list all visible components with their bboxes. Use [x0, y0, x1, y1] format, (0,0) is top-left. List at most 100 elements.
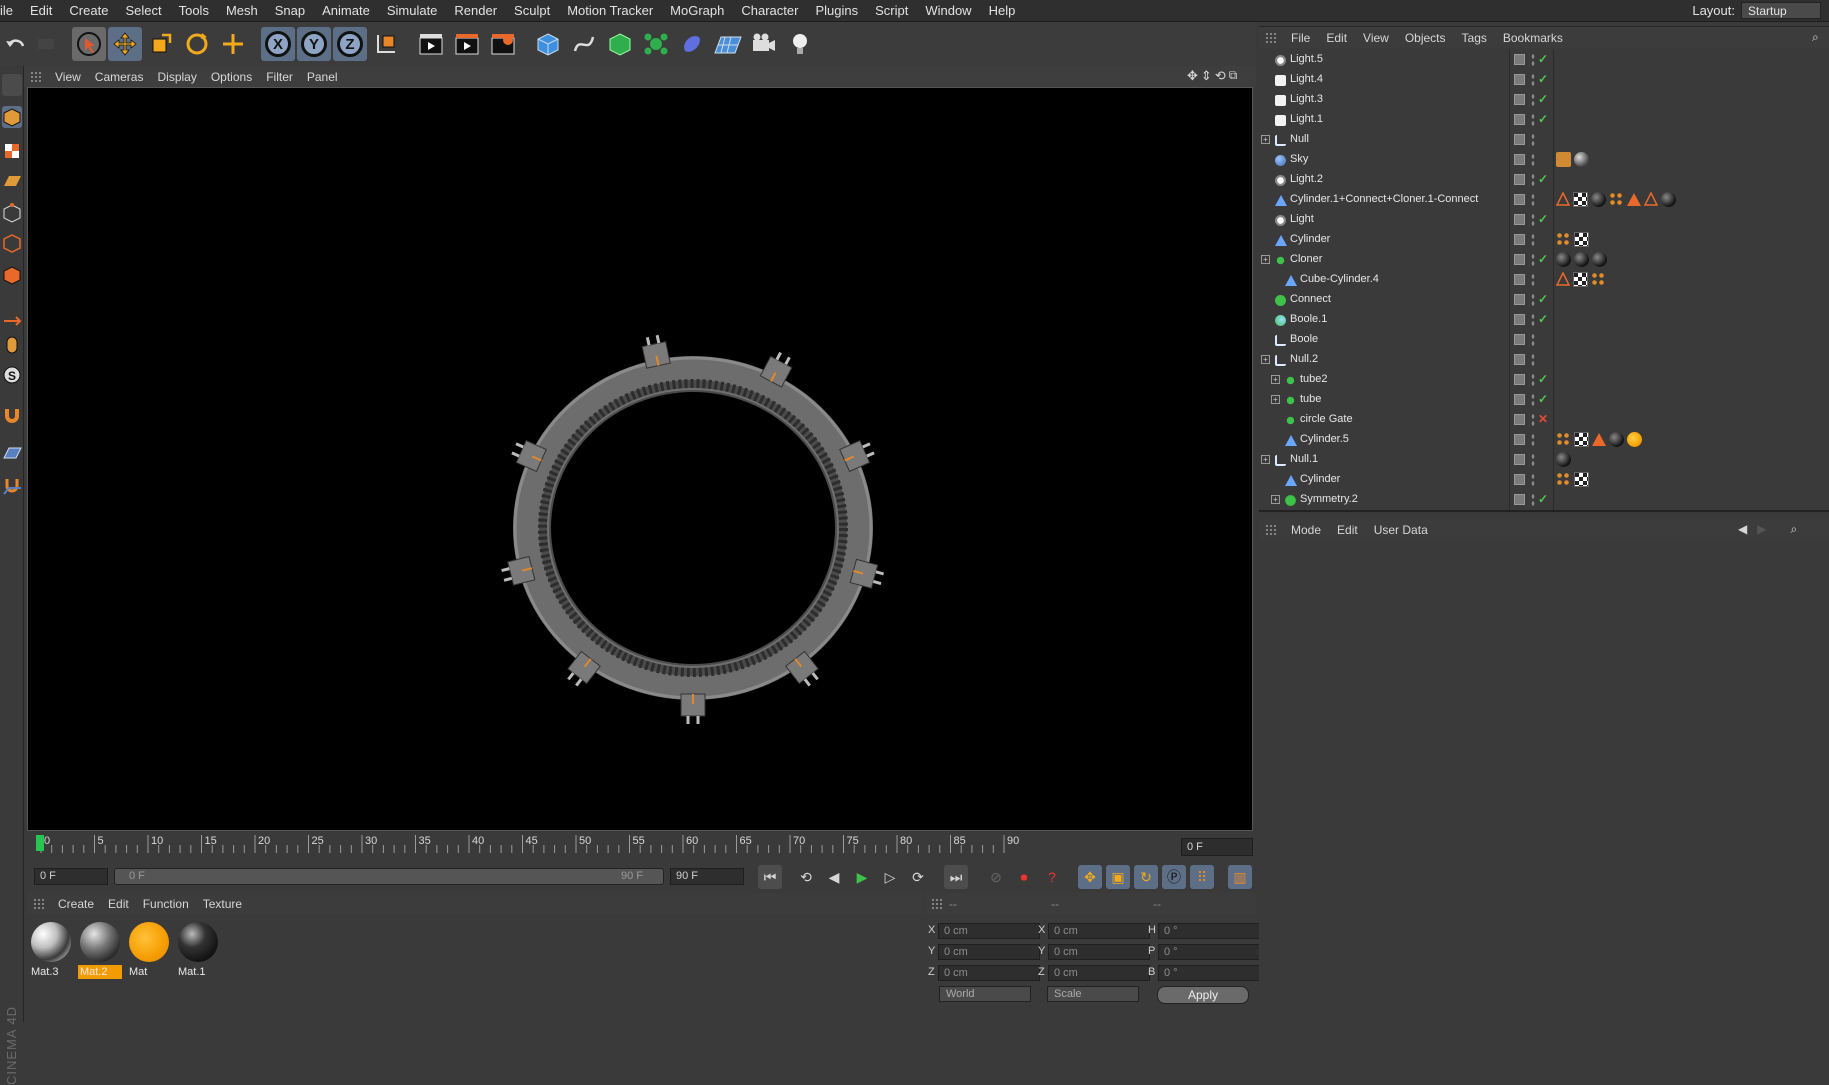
object-name[interactable]: Cylinder — [1290, 233, 1330, 245]
phong-tag-icon[interactable] — [1573, 272, 1588, 287]
enabled-check-icon[interactable]: ✓ — [1538, 252, 1548, 266]
maximize-icon[interactable]: ⧉ — [1229, 68, 1238, 84]
snap-icon[interactable]: S — [2, 364, 22, 386]
object-row[interactable]: Light ✓ — [1259, 210, 1829, 230]
visibility-dots-icon[interactable] — [1531, 133, 1535, 147]
spline-pen-icon[interactable] — [567, 27, 601, 61]
coord-size-field[interactable]: 0 cm — [1048, 944, 1150, 960]
menu-item[interactable]: Window — [917, 3, 980, 18]
menu-item[interactable]: Sculpt — [506, 3, 559, 18]
visibility-dots-icon[interactable] — [1531, 333, 1535, 347]
start-frame-field[interactable]: 0 F — [34, 868, 108, 885]
play-icon[interactable]: ▶ — [850, 865, 874, 889]
viewport-menu-item[interactable]: Display — [150, 70, 203, 84]
object-row[interactable]: + Symmetry.2 ✓ — [1259, 490, 1829, 510]
object-row[interactable]: Light.3 ✓ — [1259, 90, 1829, 110]
object-row[interactable]: + Null — [1259, 130, 1829, 150]
viewport-menu-item[interactable]: Cameras — [88, 70, 151, 84]
visibility-dots-icon[interactable] — [1531, 53, 1535, 67]
expand-toggle-icon[interactable]: + — [1271, 375, 1280, 384]
material-swatch[interactable]: Mat.3 — [29, 920, 73, 980]
material-menu-item[interactable]: Edit — [101, 897, 136, 911]
render-picture-viewer-icon[interactable] — [450, 27, 484, 61]
coord-rot-field[interactable]: 0 ° — [1158, 944, 1260, 960]
timeline-playhead[interactable] — [36, 835, 44, 851]
object-name[interactable]: Null.2 — [1290, 353, 1318, 365]
layer-icon[interactable] — [1514, 154, 1525, 165]
current-frame-field[interactable]: 0 F — [1181, 838, 1253, 856]
deformer-icon[interactable] — [675, 27, 709, 61]
menu-item[interactable]: Help — [981, 3, 1025, 18]
key-pla-icon[interactable]: ⠿ — [1190, 865, 1214, 889]
expand-toggle-icon[interactable]: + — [1261, 135, 1270, 144]
next-frame-icon[interactable]: ▷ — [878, 865, 902, 889]
3d-viewport[interactable] — [27, 87, 1253, 831]
go-to-start-icon[interactable]: ⏮ — [758, 865, 782, 889]
attributes-menu-item[interactable]: Mode — [1283, 523, 1329, 537]
y-axis-button[interactable]: Y — [297, 27, 331, 61]
workplane-icon[interactable] — [2, 170, 22, 192]
undo-icon[interactable] — [3, 27, 29, 61]
layer-icon[interactable] — [1514, 194, 1525, 205]
key-rotation-icon[interactable]: ↻ — [1134, 865, 1158, 889]
layer-icon[interactable] — [1514, 134, 1525, 145]
object-name[interactable]: Light.2 — [1290, 173, 1323, 185]
object-name[interactable]: tube2 — [1300, 373, 1328, 385]
model-mode-icon[interactable] — [2, 106, 22, 128]
polygons-mode-icon[interactable] — [2, 264, 22, 286]
layer-icon[interactable] — [1514, 314, 1525, 325]
menu-item[interactable]: Select — [117, 3, 170, 18]
objects-menu-item[interactable]: File — [1283, 31, 1318, 45]
keyframe-selection-icon[interactable]: ? — [1040, 865, 1064, 889]
layer-icon[interactable] — [1514, 174, 1525, 185]
object-row[interactable]: + tube2 ✓ — [1259, 370, 1829, 390]
viewport-menu-item[interactable]: Panel — [300, 70, 345, 84]
apply-button[interactable]: Apply — [1157, 986, 1249, 1004]
expand-toggle-icon[interactable]: + — [1261, 455, 1270, 464]
enabled-check-icon[interactable]: ✓ — [1538, 112, 1548, 126]
object-name[interactable]: Null.1 — [1290, 453, 1318, 465]
live-selection-icon[interactable] — [72, 27, 106, 61]
polygon-selection-tag-icon[interactable] — [1643, 191, 1659, 206]
attributes-menu-item[interactable]: User Data — [1366, 523, 1436, 537]
point-selection-tag-icon[interactable] — [1556, 472, 1571, 487]
expand-toggle-icon[interactable]: + — [1261, 255, 1270, 264]
object-name[interactable]: Cylinder.5 — [1300, 433, 1349, 445]
visibility-dots-icon[interactable] — [1531, 233, 1535, 247]
object-name[interactable]: Light.4 — [1290, 73, 1323, 85]
render-view-icon[interactable] — [414, 27, 448, 61]
edges-mode-icon[interactable] — [2, 232, 22, 254]
enabled-check-icon[interactable]: ✓ — [1538, 52, 1548, 66]
object-row[interactable]: circle Gate ✕ — [1259, 410, 1829, 430]
visibility-dots-icon[interactable] — [1531, 493, 1535, 507]
enabled-check-icon[interactable]: ✓ — [1538, 212, 1548, 226]
key-position-icon[interactable]: ✥ — [1078, 865, 1102, 889]
object-row[interactable]: + Cloner ✓ — [1259, 250, 1829, 270]
object-row[interactable]: Cylinder — [1259, 470, 1829, 490]
layer-icon[interactable] — [1514, 114, 1525, 125]
phong-tag-icon[interactable] — [1574, 432, 1589, 447]
menu-item[interactable]: Render — [446, 3, 506, 18]
layer-icon[interactable] — [1514, 414, 1525, 425]
object-row[interactable]: Light.5 ✓ — [1259, 50, 1829, 70]
timeline-layout-icon[interactable]: ▥ — [1228, 865, 1252, 889]
selection-tag-icon[interactable] — [1627, 193, 1641, 206]
object-name[interactable]: Cylinder — [1300, 473, 1340, 485]
texture-tag-icon[interactable] — [1609, 432, 1624, 447]
visibility-dots-icon[interactable] — [1531, 113, 1535, 127]
visibility-dots-icon[interactable] — [1531, 213, 1535, 227]
layer-icon[interactable] — [1514, 494, 1525, 505]
orbit-icon[interactable]: ⟲ — [1215, 68, 1226, 84]
object-search-icon[interactable]: ⌕ — [1812, 30, 1819, 45]
layer-icon[interactable] — [1514, 54, 1525, 65]
texture-tag-icon[interactable] — [1592, 252, 1607, 267]
visibility-dots-icon[interactable] — [1531, 253, 1535, 267]
render-settings-icon[interactable] — [486, 27, 520, 61]
visibility-dots-icon[interactable] — [1531, 293, 1535, 307]
object-row[interactable]: Connect ✓ — [1259, 290, 1829, 310]
object-row[interactable]: Cylinder.5 — [1259, 430, 1829, 450]
material-swatch[interactable]: Mat.2 — [78, 920, 122, 980]
object-name[interactable]: Cube-Cylinder.4 — [1300, 273, 1379, 285]
snap-settings-icon[interactable] — [2, 474, 22, 496]
object-name[interactable]: Cloner — [1290, 253, 1322, 265]
